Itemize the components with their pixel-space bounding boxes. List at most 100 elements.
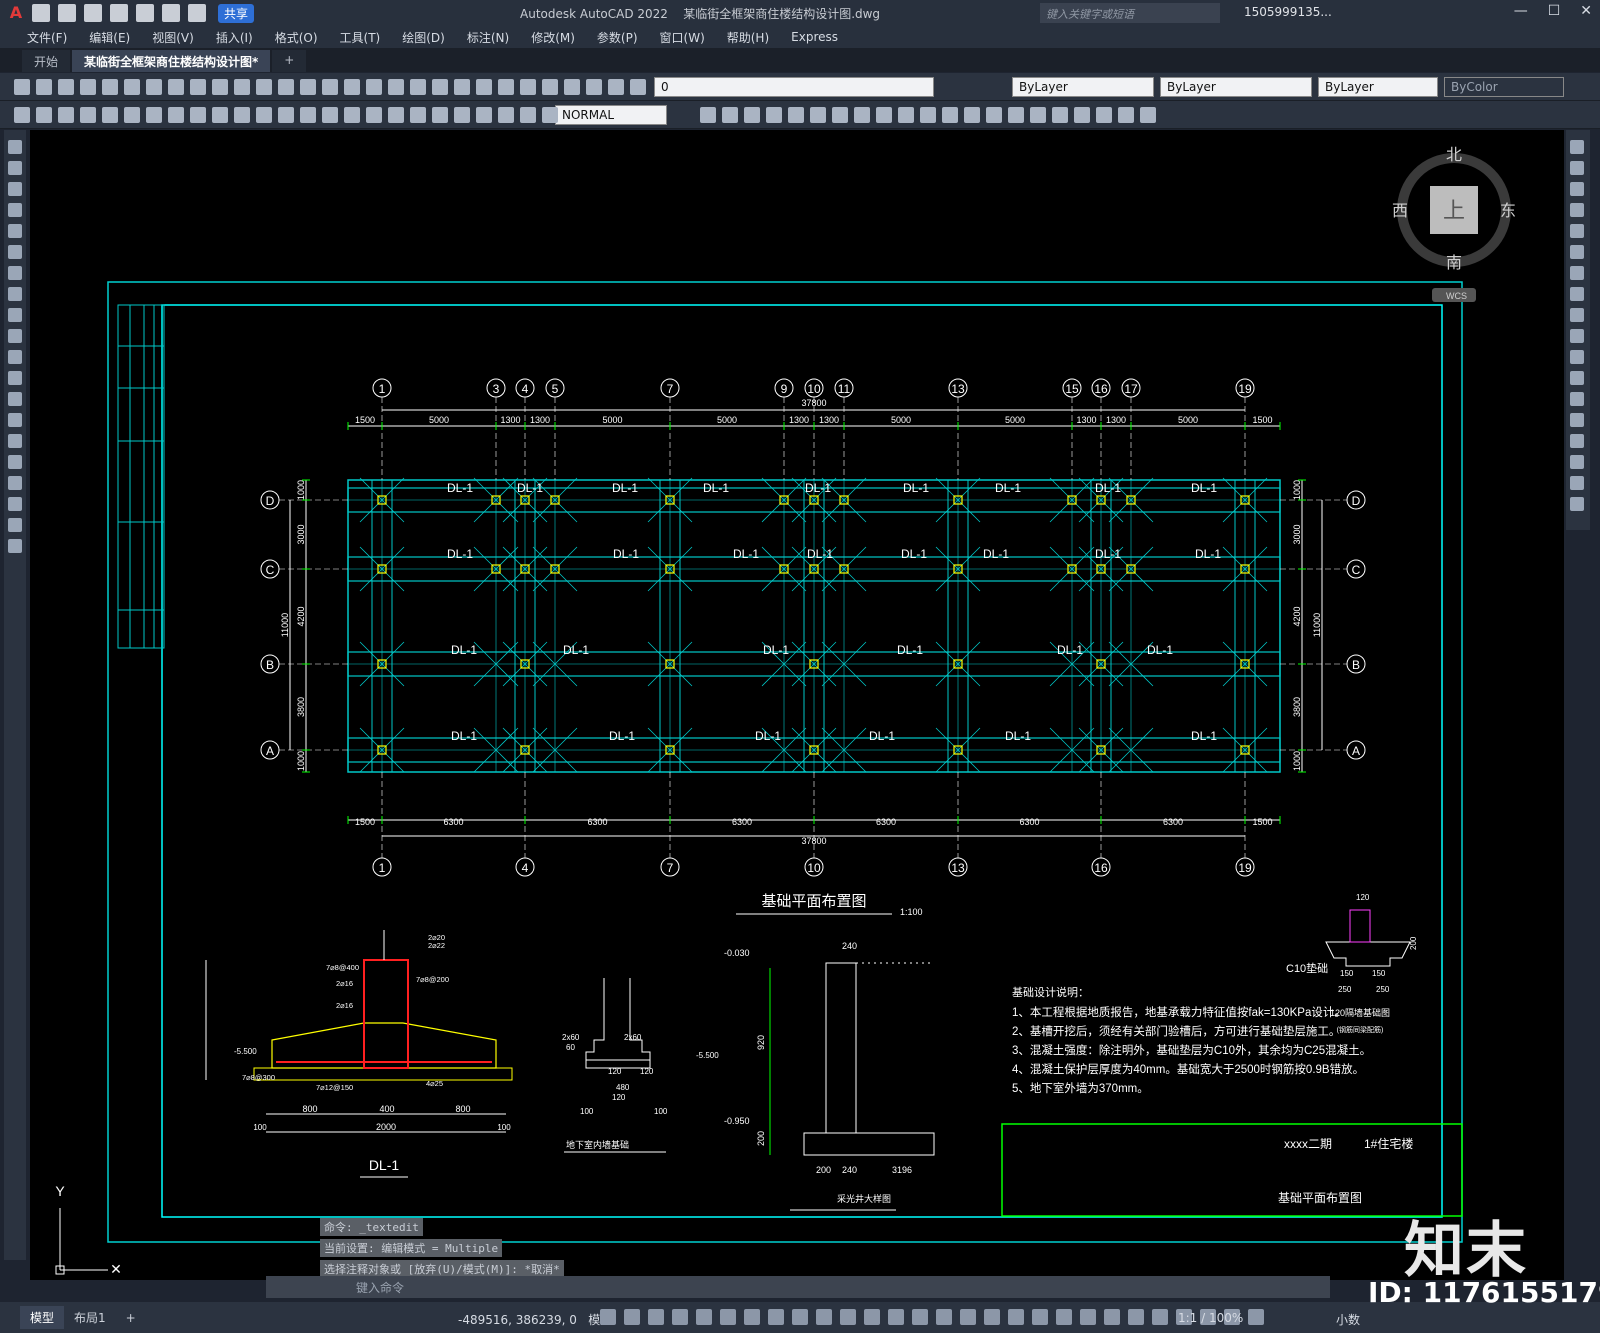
tb2-tool-icon-21[interactable] xyxy=(476,107,492,123)
tb2-tool-icon-42[interactable] xyxy=(1074,107,1090,123)
add-layout-icon[interactable]: + xyxy=(116,1308,146,1328)
rightbar-icon-15[interactable] xyxy=(1570,455,1584,469)
tb2-tool-icon-40[interactable] xyxy=(1030,107,1046,123)
tb2-tool-icon-45[interactable] xyxy=(1140,107,1156,123)
tb2-tool-icon-20[interactable] xyxy=(454,107,470,123)
rightbar-icon-16[interactable] xyxy=(1570,476,1584,490)
leftbar-icon-19[interactable] xyxy=(8,539,22,553)
search-input[interactable]: 键入关键字或短语 xyxy=(1040,3,1220,23)
new-tab-icon[interactable]: + xyxy=(272,50,307,72)
tb2-tool-icon-44[interactable] xyxy=(1118,107,1134,123)
tb1-tool-icon-22[interactable] xyxy=(498,79,514,95)
tb1-tool-icon-21[interactable] xyxy=(476,79,492,95)
tb1-tool-icon-9[interactable] xyxy=(212,79,228,95)
leftbar-icon-13[interactable] xyxy=(8,413,22,427)
status-toggle-icon-8[interactable] xyxy=(792,1309,808,1325)
viewcube-west[interactable]: 西 xyxy=(1392,203,1408,220)
rightbar-icon-9[interactable] xyxy=(1570,329,1584,343)
rightbar-icon-3[interactable] xyxy=(1570,203,1584,217)
tb1-tool-icon-26[interactable] xyxy=(586,79,602,95)
tb1-tool-icon-14[interactable] xyxy=(322,79,338,95)
tb1-tool-icon-23[interactable] xyxy=(520,79,536,95)
units-display[interactable]: 小数 xyxy=(1336,1311,1360,1328)
tb2-tool-icon-11[interactable] xyxy=(256,107,272,123)
tb2-tool-icon-28[interactable] xyxy=(766,107,782,123)
status-toggle-icon-5[interactable] xyxy=(720,1309,736,1325)
viewcube[interactable]: 上 北 南 东 西 WCS xyxy=(1392,146,1516,302)
open-file-icon[interactable] xyxy=(58,4,76,22)
status-toggle-icon-15[interactable] xyxy=(960,1309,976,1325)
tb2-tool-icon-23[interactable] xyxy=(520,107,536,123)
status-toggle-icon-7[interactable] xyxy=(768,1309,784,1325)
status-toggle-icon-20[interactable] xyxy=(1080,1309,1096,1325)
tb2-tool-icon-10[interactable] xyxy=(234,107,250,123)
user-account[interactable]: 1505999135... xyxy=(1244,5,1332,19)
tb2-tool-icon-39[interactable] xyxy=(1008,107,1024,123)
leftbar-icon-10[interactable] xyxy=(8,350,22,364)
tb2-tool-icon-26[interactable] xyxy=(722,107,738,123)
menu-item-8[interactable]: 修改(M) xyxy=(520,29,586,46)
status-toggle-icon-23[interactable] xyxy=(1152,1309,1168,1325)
status-toggle-icon-12[interactable] xyxy=(888,1309,904,1325)
tb2-tool-icon-32[interactable] xyxy=(854,107,870,123)
leftbar-icon-0[interactable] xyxy=(8,140,22,154)
tb2-tool-icon-8[interactable] xyxy=(190,107,206,123)
status-toggle-icon-3[interactable] xyxy=(672,1309,688,1325)
rightbar-icon-4[interactable] xyxy=(1570,224,1584,238)
status-toggle-icon-1[interactable] xyxy=(624,1309,640,1325)
leftbar-icon-7[interactable] xyxy=(8,287,22,301)
menu-item-10[interactable]: 窗口(W) xyxy=(649,29,716,46)
rightbar-icon-7[interactable] xyxy=(1570,287,1584,301)
viewcube-east[interactable]: 东 xyxy=(1500,202,1516,220)
tb1-tool-icon-18[interactable] xyxy=(410,79,426,95)
tb2-tool-icon-4[interactable] xyxy=(102,107,118,123)
layer-dropdown[interactable]: 0 xyxy=(654,77,934,97)
leftbar-icon-5[interactable] xyxy=(8,245,22,259)
status-toggle-icon-22[interactable] xyxy=(1128,1309,1144,1325)
leftbar-icon-2[interactable] xyxy=(8,182,22,196)
rightbar-icon-11[interactable] xyxy=(1570,371,1584,385)
dimstyle-dropdown[interactable]: NORMAL xyxy=(555,105,667,125)
tab-start[interactable]: 开始 xyxy=(22,50,71,72)
rightbar-icon-8[interactable] xyxy=(1570,308,1584,322)
rightbar-icon-14[interactable] xyxy=(1570,434,1584,448)
minimize-icon[interactable]: — xyxy=(1514,3,1528,19)
status-toggle-icon-6[interactable] xyxy=(744,1309,760,1325)
rightbar-icon-5[interactable] xyxy=(1570,245,1584,259)
leftbar-icon-17[interactable] xyxy=(8,497,22,511)
rightbar-icon-10[interactable] xyxy=(1570,350,1584,364)
tb2-tool-icon-27[interactable] xyxy=(744,107,760,123)
tb2-tool-icon-14[interactable] xyxy=(322,107,338,123)
tb2-tool-icon-25[interactable] xyxy=(700,107,716,123)
tb1-tool-icon-12[interactable] xyxy=(278,79,294,95)
plot-icon[interactable] xyxy=(136,4,154,22)
menu-item-3[interactable]: 插入(I) xyxy=(205,29,264,46)
leftbar-icon-9[interactable] xyxy=(8,329,22,343)
tb2-tool-icon-36[interactable] xyxy=(942,107,958,123)
tb2-tool-icon-41[interactable] xyxy=(1052,107,1068,123)
rightbar-icon-0[interactable] xyxy=(1570,140,1584,154)
tb2-tool-icon-24[interactable] xyxy=(542,107,558,123)
rightbar-icon-17[interactable] xyxy=(1570,497,1584,511)
tb2-tool-icon-0[interactable] xyxy=(14,107,30,123)
maximize-icon[interactable]: ☐ xyxy=(1548,3,1561,19)
rightbar-icon-1[interactable] xyxy=(1570,161,1584,175)
tb2-tool-icon-17[interactable] xyxy=(388,107,404,123)
tb1-tool-icon-0[interactable] xyxy=(14,79,30,95)
tb1-tool-icon-25[interactable] xyxy=(564,79,580,95)
tb2-tool-icon-31[interactable] xyxy=(832,107,848,123)
tb2-tool-icon-15[interactable] xyxy=(344,107,360,123)
tb2-tool-icon-43[interactable] xyxy=(1096,107,1112,123)
tb2-tool-icon-37[interactable] xyxy=(964,107,980,123)
tb1-tool-icon-19[interactable] xyxy=(432,79,448,95)
new-file-icon[interactable] xyxy=(32,4,50,22)
tb2-tool-icon-6[interactable] xyxy=(146,107,162,123)
tb2-tool-icon-1[interactable] xyxy=(36,107,52,123)
status-toggle-icon-2[interactable] xyxy=(648,1309,664,1325)
tb1-tool-icon-8[interactable] xyxy=(190,79,206,95)
tab-layout1[interactable]: 布局1 xyxy=(64,1306,116,1329)
leftbar-icon-11[interactable] xyxy=(8,371,22,385)
tb2-tool-icon-19[interactable] xyxy=(432,107,448,123)
status-toggle-icon-10[interactable] xyxy=(840,1309,856,1325)
leftbar-icon-3[interactable] xyxy=(8,203,22,217)
